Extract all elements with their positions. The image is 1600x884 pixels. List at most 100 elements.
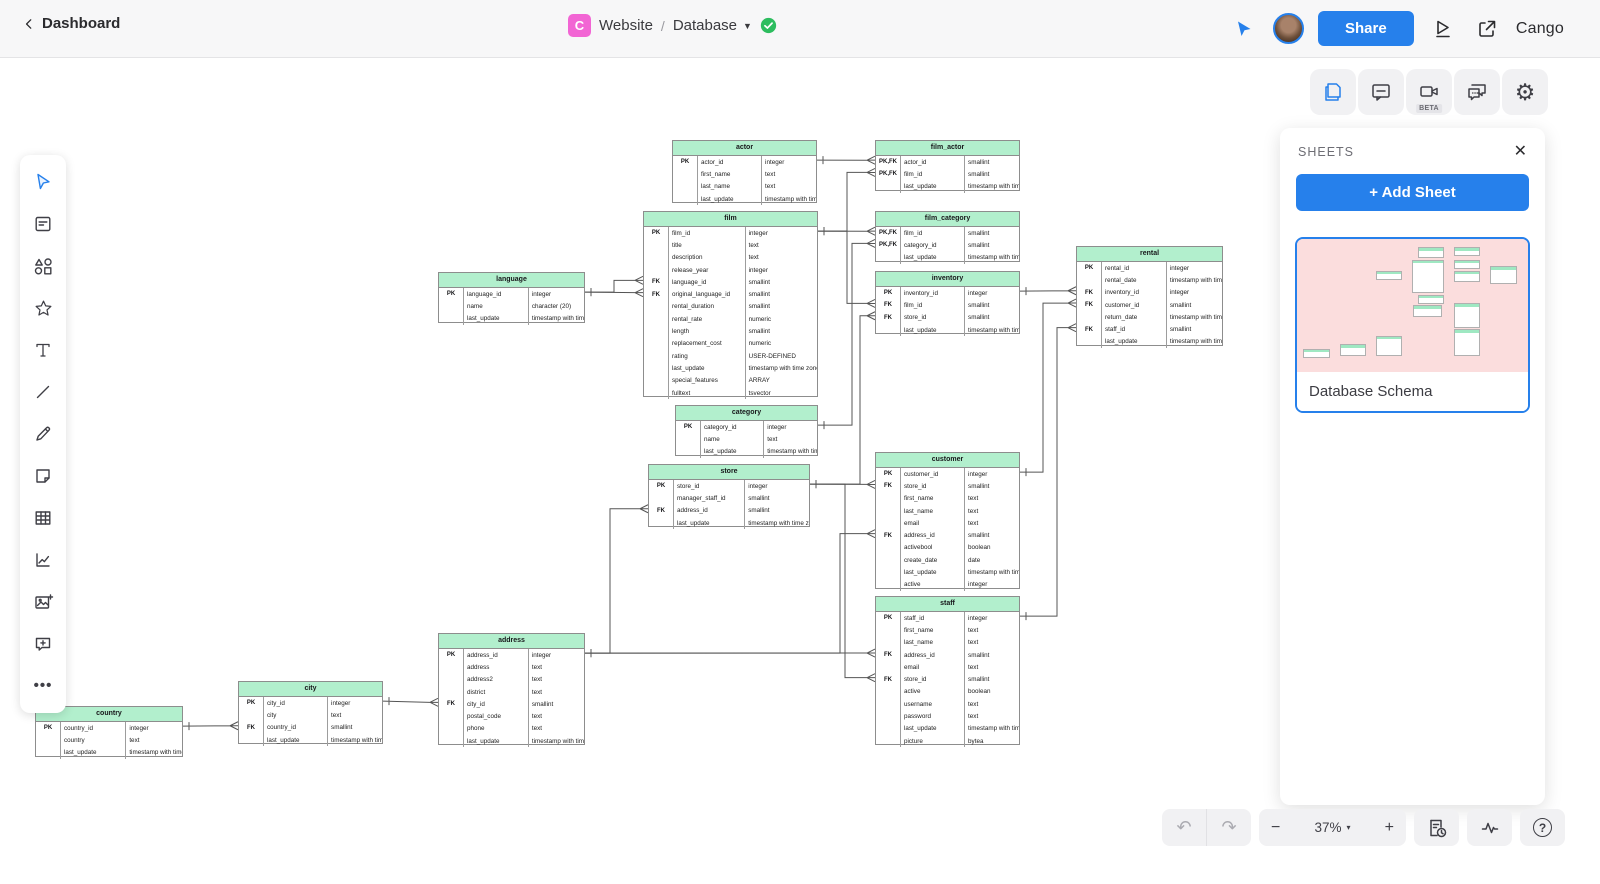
- activity-pulse-button[interactable]: [1467, 809, 1512, 846]
- zoom-level-dropdown[interactable]: 37% ▾: [1314, 820, 1350, 835]
- table-row: last_nametext: [876, 637, 1019, 649]
- table-film_actor[interactable]: film_actorPK,FKactor_idsmallintPK,FKfilm…: [875, 140, 1020, 191]
- table-category[interactable]: categoryPKcategory_idintegernametextlast…: [675, 405, 818, 456]
- video-call-button[interactable]: BETA: [1406, 69, 1452, 115]
- table-title: language: [439, 273, 584, 288]
- sheets-panel: SHEETS ✕ + Add Sheet Database Schema: [1280, 128, 1545, 805]
- topbar-actions: Share Cango: [1229, 0, 1600, 57]
- zoom-out-button[interactable]: −: [1271, 819, 1280, 837]
- table-title: rental: [1077, 247, 1222, 262]
- table-row: postal_codetext: [439, 710, 584, 722]
- table-row: release_yearinteger: [644, 264, 817, 276]
- sheets-panel-button[interactable]: [1310, 69, 1356, 115]
- table-row: special_featuresARRAY: [644, 375, 817, 387]
- table-rental[interactable]: rentalPKrental_idintegerrental_datetimes…: [1076, 246, 1223, 346]
- table-row: FKfilm_idsmallint: [876, 299, 1019, 311]
- table-customer[interactable]: customerPKcustomer_idintegerFKstore_idsm…: [875, 452, 1020, 589]
- left-toolbar: •••: [20, 155, 66, 713]
- minimap-table: [1413, 305, 1442, 316]
- chat-button[interactable]: [1454, 69, 1500, 115]
- table-row: rental_ratenumeric: [644, 313, 817, 325]
- table-row: PKinventory_idinteger: [876, 287, 1019, 299]
- table-address[interactable]: addressPKaddress_idintegeraddresstextadd…: [438, 633, 585, 745]
- minimap-table: [1454, 260, 1480, 269]
- chevron-down-icon[interactable]: ▼: [743, 21, 752, 31]
- table-row: FKlanguage_idsmallint: [644, 276, 817, 288]
- table-row: manager_staff_idsmallint: [649, 492, 809, 504]
- notes-tool[interactable]: [23, 203, 63, 245]
- line-tool[interactable]: [23, 371, 63, 413]
- image-add-tool[interactable]: [23, 581, 63, 623]
- avatar[interactable]: [1273, 13, 1304, 44]
- table-row: emailtext: [876, 517, 1019, 529]
- table-language[interactable]: languagePKlanguage_idintegernamecharacte…: [438, 272, 585, 323]
- breadcrumb-workspace[interactable]: Website: [599, 17, 653, 34]
- table-row: last_updatetimestamp with time zone: [876, 181, 1019, 193]
- export-icon[interactable]: [1472, 14, 1502, 44]
- table-actor[interactable]: actorPKactor_idintegerfirst_nametextlast…: [672, 140, 817, 203]
- redo-button[interactable]: ↷: [1206, 809, 1251, 846]
- table-film[interactable]: filmPKfilm_idintegertitletextdescription…: [643, 211, 818, 397]
- table-row: fulltexttsvector: [644, 387, 817, 399]
- minimap-table: [1490, 266, 1517, 284]
- breadcrumb-document[interactable]: Database: [673, 17, 737, 34]
- chart-tool[interactable]: [23, 539, 63, 581]
- table-row: last_updatetimestamp with time zone: [644, 362, 817, 374]
- share-button[interactable]: Share: [1318, 11, 1414, 46]
- table-row: PKactor_idinteger: [673, 156, 816, 168]
- table-row: activeinteger: [876, 579, 1019, 591]
- table-row: countrytext: [36, 734, 182, 746]
- select-tool[interactable]: [23, 161, 63, 203]
- present-icon[interactable]: [1428, 14, 1458, 44]
- table-row: PK,FKfilm_idsmallint: [876, 227, 1019, 239]
- minimap-table: [1303, 349, 1330, 358]
- table-staff[interactable]: staffPKstaff_idintegerfirst_nametextlast…: [875, 596, 1020, 745]
- table-row: activeboolboolean: [876, 542, 1019, 554]
- table-row: passwordtext: [876, 710, 1019, 722]
- settings-button[interactable]: ⚙: [1502, 69, 1548, 115]
- table-row: emailtext: [876, 661, 1019, 673]
- zoom-in-button[interactable]: +: [1385, 819, 1394, 837]
- sheet-name: Database Schema: [1297, 372, 1528, 411]
- text-tool[interactable]: [23, 329, 63, 371]
- table-tool[interactable]: [23, 497, 63, 539]
- sheet-card-database-schema[interactable]: Database Schema: [1295, 237, 1530, 413]
- table-row: return_datetimestamp with time zone: [1077, 311, 1222, 323]
- table-film_category[interactable]: film_categoryPK,FKfilm_idsmallintPK,FKca…: [875, 211, 1020, 262]
- table-title: film_actor: [876, 141, 1019, 156]
- table-row: PKstore_idinteger: [649, 480, 809, 492]
- close-icon[interactable]: ✕: [1514, 144, 1527, 160]
- bottom-controls: ↶ ↷ − 37% ▾ + ?: [1162, 809, 1565, 846]
- table-store[interactable]: storePKstore_idintegermanager_staff_idsm…: [648, 464, 810, 527]
- table-row: addresstext: [439, 661, 584, 673]
- pencil-tool[interactable]: [23, 413, 63, 455]
- table-row: PKcountry_idinteger: [36, 722, 182, 734]
- table-row: last_nametext: [876, 505, 1019, 517]
- more-tools[interactable]: •••: [23, 665, 63, 707]
- table-title: address: [439, 634, 584, 649]
- pointer-tool-icon[interactable]: [1229, 14, 1259, 44]
- sticky-note-tool[interactable]: [23, 455, 63, 497]
- help-button[interactable]: ?: [1520, 809, 1565, 846]
- favorites-star-tool[interactable]: [23, 287, 63, 329]
- comments-button[interactable]: [1358, 69, 1404, 115]
- table-row: last_updatetimestamp with time zone: [1077, 336, 1222, 348]
- table-row: last_updatetimestamp with time zone: [676, 446, 817, 458]
- shapes-tool[interactable]: [23, 245, 63, 287]
- table-country[interactable]: countryPKcountry_idintegercountrytextlas…: [35, 706, 183, 757]
- table-row: activeboolean: [876, 686, 1019, 698]
- gear-icon: ⚙: [1515, 81, 1536, 104]
- add-sheet-button[interactable]: + Add Sheet: [1296, 174, 1529, 211]
- table-title: inventory: [876, 272, 1019, 287]
- table-row: last_updatetimestamp with time zone: [876, 324, 1019, 336]
- comment-add-tool[interactable]: [23, 623, 63, 665]
- undo-button[interactable]: ↶: [1162, 809, 1206, 846]
- table-inventory[interactable]: inventoryPKinventory_idintegerFKfilm_ids…: [875, 271, 1020, 334]
- top-bar: Dashboard C Website / Database ▼ Share C…: [0, 0, 1600, 58]
- table-title: actor: [673, 141, 816, 156]
- version-history-button[interactable]: [1414, 809, 1459, 846]
- table-row: create_datedate: [876, 554, 1019, 566]
- back-label: Dashboard: [42, 15, 120, 32]
- back-to-dashboard[interactable]: Dashboard: [22, 15, 120, 32]
- table-city[interactable]: cityPKcity_idintegercitytextFKcountry_id…: [238, 681, 383, 744]
